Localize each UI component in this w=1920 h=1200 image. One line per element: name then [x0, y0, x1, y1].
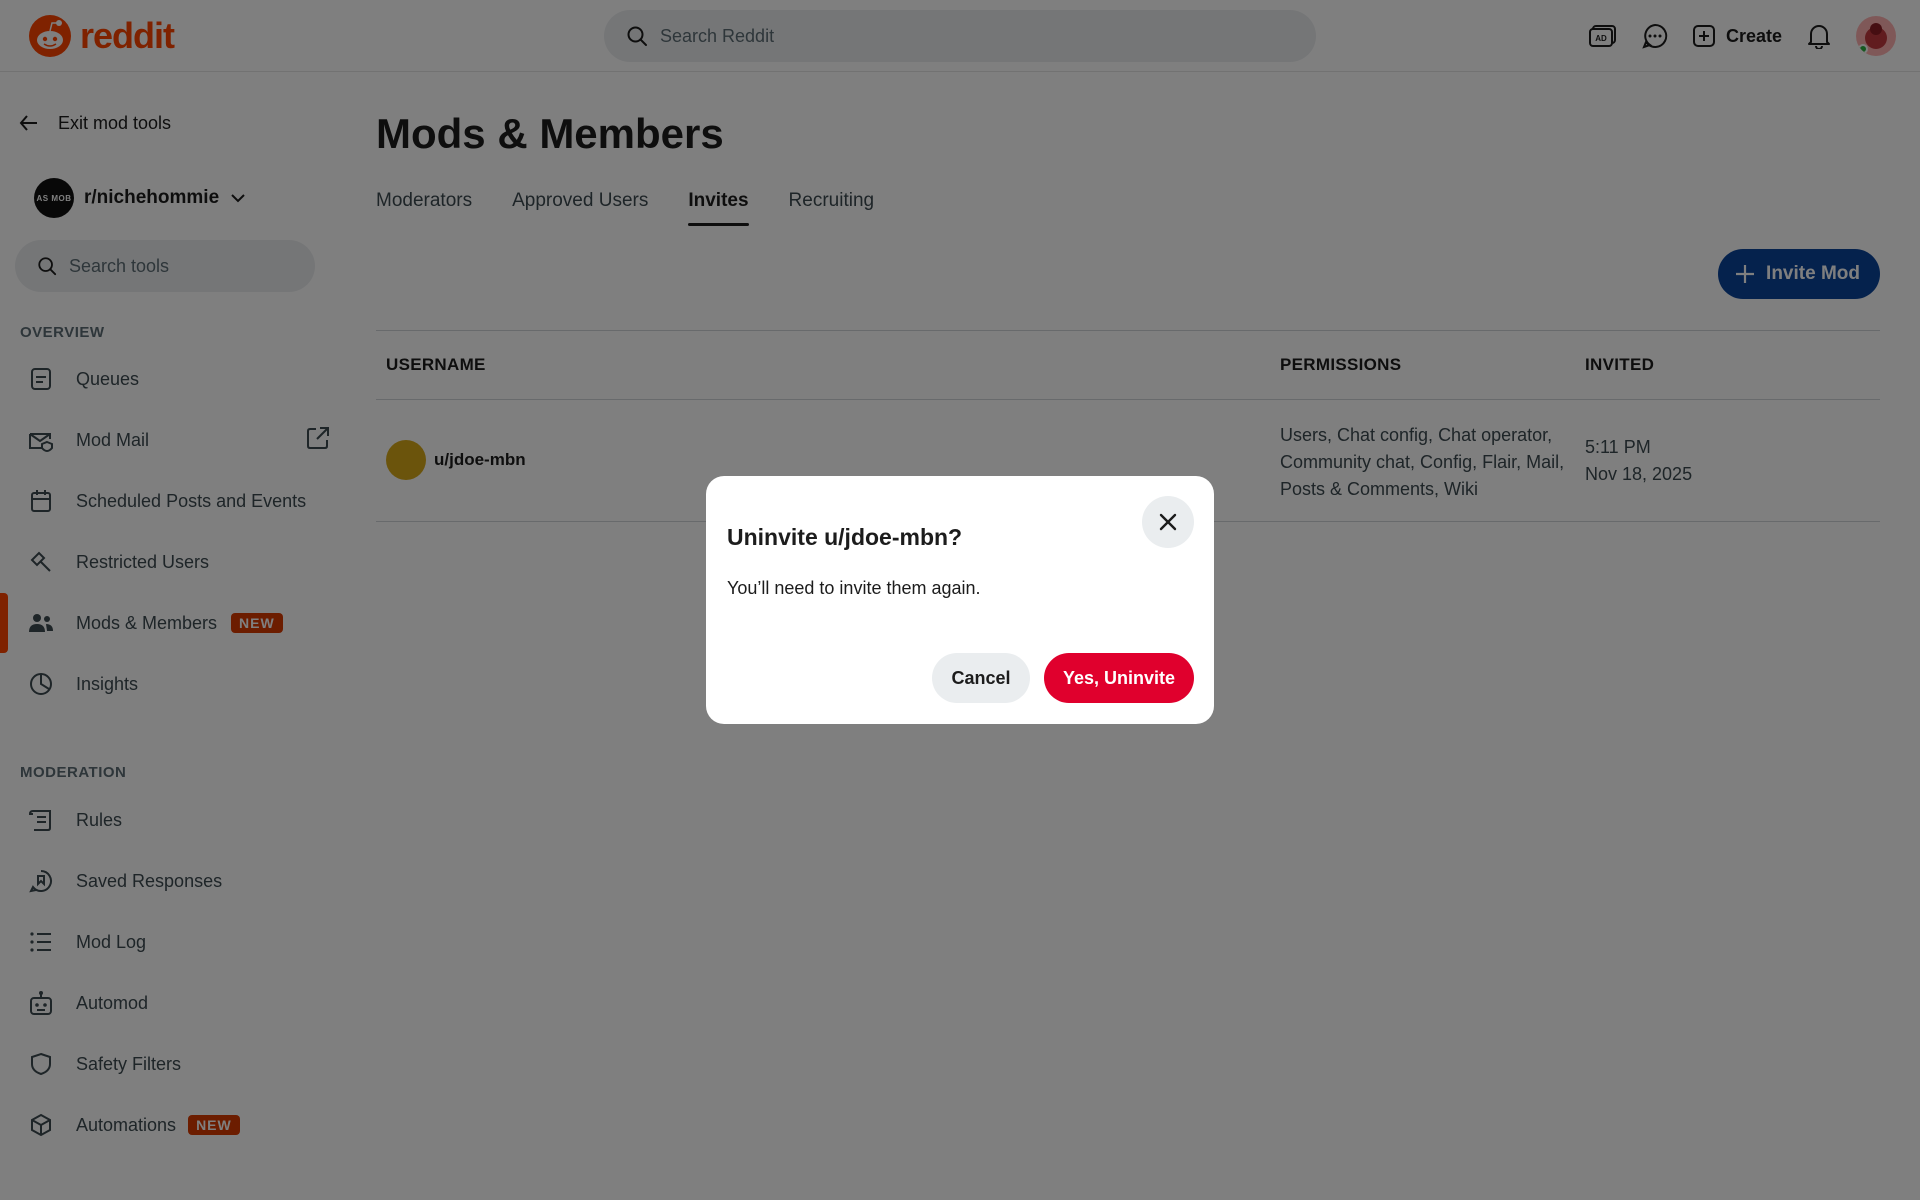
dialog-message: You’ll need to invite them again. — [727, 578, 981, 598]
uninvite-dialog: Uninvite u/jdoe-mbn? You’ll need to invi… — [706, 476, 1214, 724]
cancel-button[interactable]: Cancel — [932, 653, 1030, 703]
close-icon — [1159, 513, 1177, 531]
confirm-uninvite-button[interactable]: Yes, Uninvite — [1044, 653, 1194, 703]
close-button[interactable] — [1142, 496, 1194, 548]
dialog-title: Uninvite u/jdoe-mbn? — [727, 524, 963, 550]
